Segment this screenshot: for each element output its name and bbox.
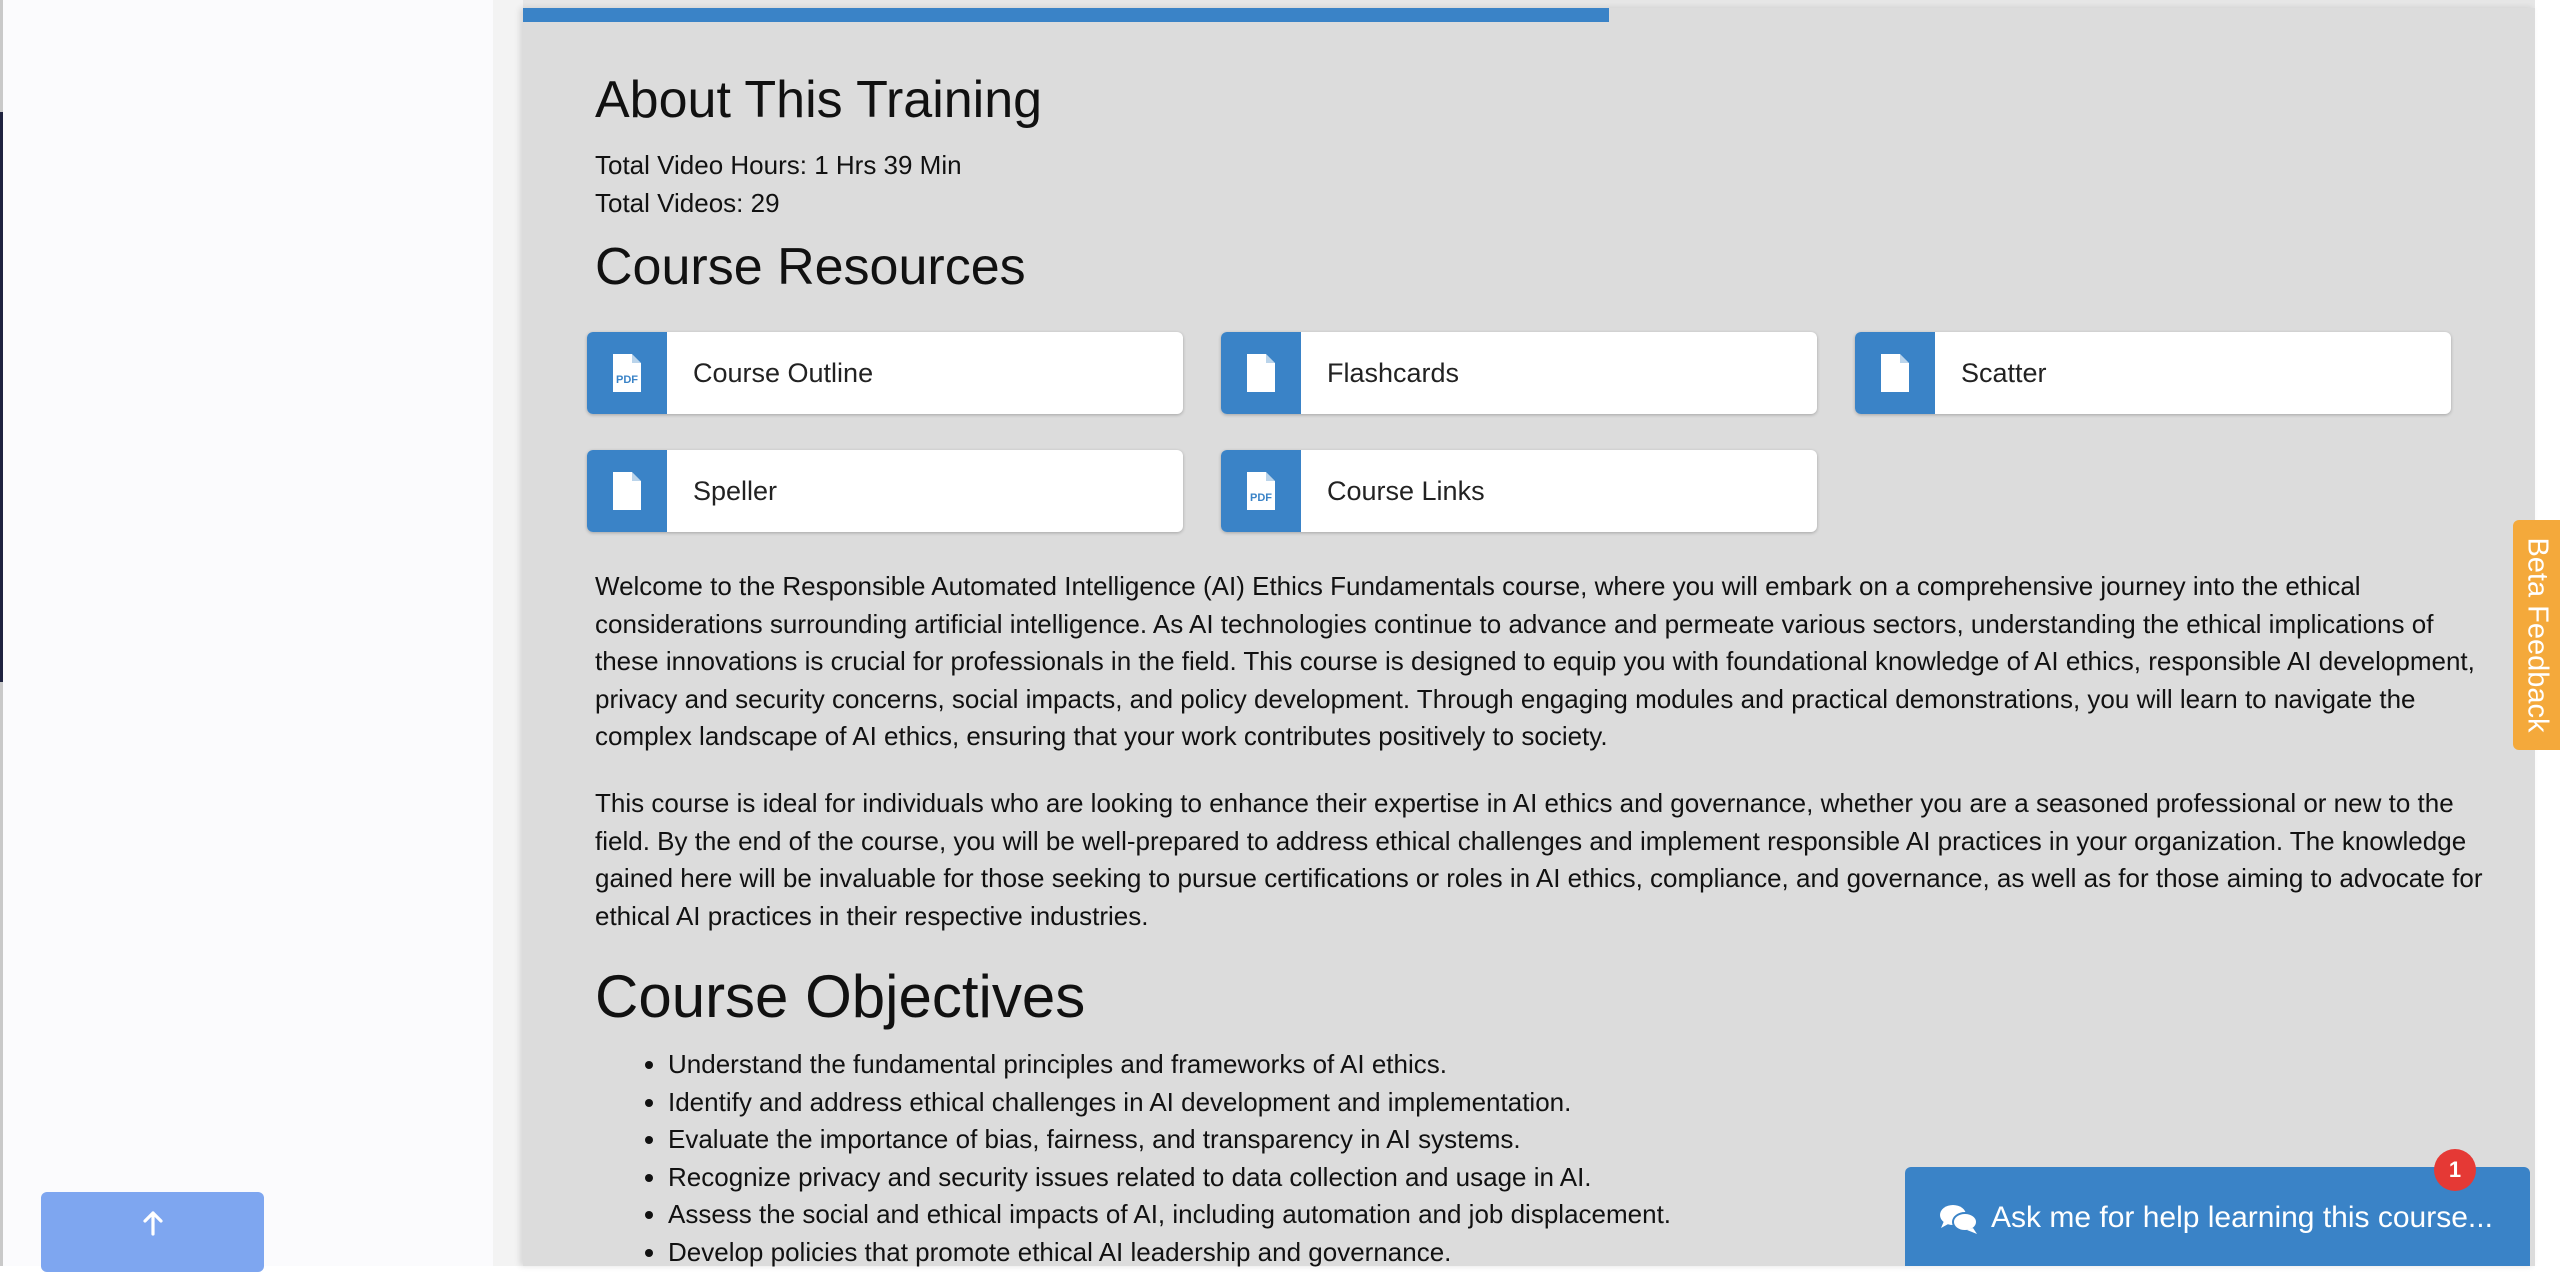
resource-card-course-outline[interactable]: PDF Course Outline — [587, 332, 1183, 414]
resource-card-scatter[interactable]: Scatter — [1855, 332, 2451, 414]
arrow-up-icon — [142, 1211, 163, 1236]
resource-label: Course Outline — [693, 358, 874, 388]
resource-icon-box: PDF — [1221, 450, 1301, 532]
svg-text:PDF: PDF — [1250, 492, 1272, 504]
resource-label: Speller — [693, 476, 778, 506]
description-paragraph-1: Welcome to the Responsible Automated Int… — [595, 571, 2475, 751]
about-title: About This Training — [595, 71, 1043, 129]
beta-feedback-label: Beta Feedback — [2521, 537, 2553, 733]
pdf-file-icon: PDF — [1247, 472, 1275, 510]
help-chat-button[interactable]: Ask me for help learning this course... — [1905, 1167, 2530, 1266]
file-icon — [1247, 354, 1275, 392]
resource-card-speller[interactable]: Speller — [587, 450, 1183, 532]
objective-item: Identify and address ethical challenges … — [668, 1084, 1671, 1122]
resource-icon-box — [1855, 332, 1935, 414]
description-paragraph-2: This course is ideal for individuals who… — [595, 788, 2483, 931]
course-progress-bar — [523, 8, 1609, 22]
objective-item: Assess the social and ethical impacts of… — [668, 1196, 1671, 1234]
total-video-hours: Total Video Hours: 1 Hrs 39 Min — [595, 150, 962, 180]
pdf-file-icon: PDF — [613, 354, 641, 392]
file-icon — [1881, 354, 1909, 392]
notification-badge: 1 — [2434, 1149, 2476, 1191]
chat-icon — [1940, 1205, 1978, 1234]
resource-label: Scatter — [1961, 358, 2047, 388]
resource-icon-box — [1221, 332, 1301, 414]
resource-label: Flashcards — [1327, 358, 1460, 388]
resources-title: Course Resources — [595, 238, 1026, 296]
resource-card-course-links[interactable]: PDF Course Links — [1221, 450, 1817, 532]
objective-item: Develop policies that promote ethical AI… — [668, 1234, 1671, 1272]
objectives-title: Course Objectives — [595, 963, 1086, 1030]
svg-text:PDF: PDF — [616, 374, 638, 386]
resource-label: Course Links — [1327, 476, 1485, 506]
objective-item: Recognize privacy and security issues re… — [668, 1159, 1671, 1197]
total-videos: Total Videos: 29 — [595, 188, 780, 218]
scroll-to-top-button[interactable] — [41, 1192, 264, 1272]
sidebar — [3, 0, 493, 1272]
file-icon — [613, 472, 641, 510]
objective-item: Understand the fundamental principles an… — [668, 1046, 1671, 1084]
resource-card-flashcards[interactable]: Flashcards — [1221, 332, 1817, 414]
top-strip — [523, 0, 2535, 8]
resource-icon-box: PDF — [587, 332, 667, 414]
beta-feedback-tab[interactable]: Beta Feedback — [2513, 520, 2560, 750]
panel-gutter — [493, 0, 523, 1266]
resource-icon-box — [587, 450, 667, 532]
objective-item: Evaluate the importance of bias, fairnes… — [668, 1121, 1671, 1159]
objectives-list: Understand the fundamental principles an… — [630, 1046, 1671, 1271]
help-chat-label: Ask me for help learning this course... — [1991, 1201, 2493, 1234]
